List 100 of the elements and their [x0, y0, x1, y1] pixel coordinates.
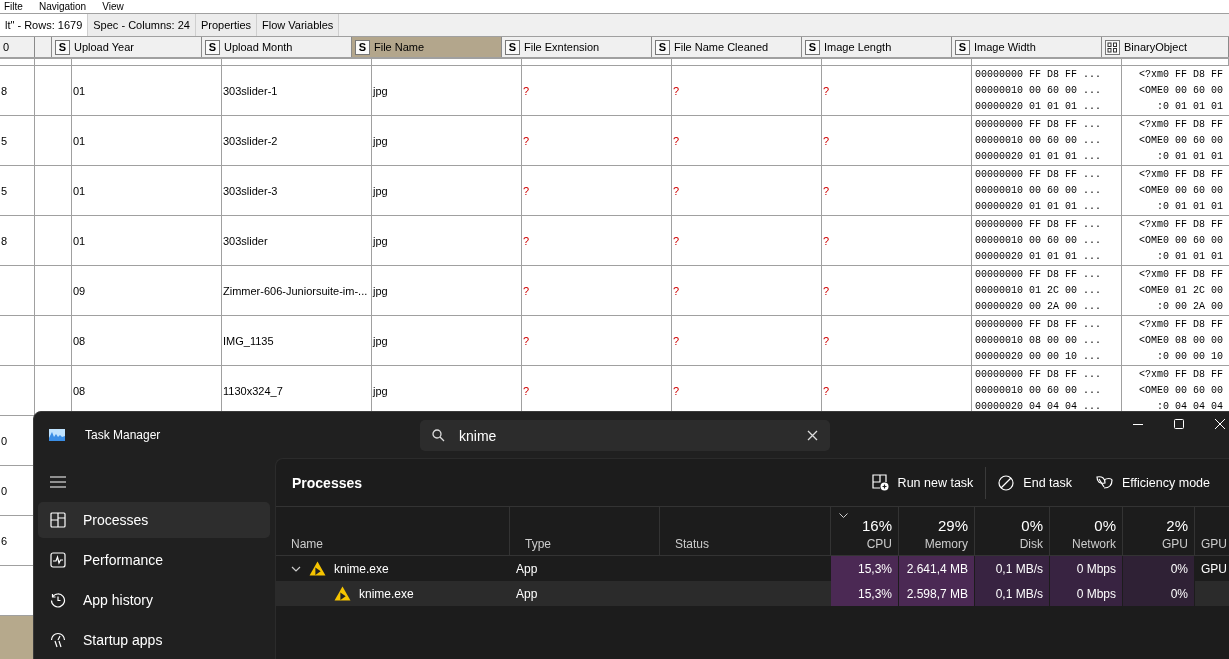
column-header[interactable]: S File Name Cleaned [652, 37, 802, 57]
menu-item[interactable]: Filte [4, 1, 23, 12]
nav-item[interactable]: App history [38, 582, 270, 618]
table-cell: 303slider-2 [223, 134, 278, 147]
tab[interactable]: Spec - Columns: 24 [88, 14, 196, 36]
column-header[interactable]: S Upload Month [202, 37, 352, 57]
binary-line: <OME0 01 2C 00 [1139, 283, 1223, 298]
column-header[interactable]: S Upload Year [52, 37, 202, 57]
missing-value: ? [673, 384, 680, 397]
column-label: CPU [866, 537, 892, 551]
table-cell: 09 [73, 284, 86, 297]
column-header[interactable]: 2% GPU [1123, 507, 1195, 555]
menu-item[interactable]: Navigation [38, 1, 87, 12]
hex-line: 00000000 FF D8 FF ... [975, 367, 1102, 382]
tab[interactable]: lt" - Rows: 1679 [0, 14, 89, 36]
binary-line: <OME0 00 60 00 [1139, 383, 1223, 398]
hex-line: 00000010 00 60 00 ... [975, 83, 1102, 98]
missing-value: ? [673, 84, 680, 97]
column-header[interactable]: Name [276, 507, 510, 555]
missing-value: ? [823, 84, 830, 97]
table-cell: 01 [73, 84, 86, 97]
binary-line: <?xm0 FF D8 FF [1139, 317, 1223, 332]
usage-cell: 0,1 MB/s [975, 581, 1050, 606]
toolbar-button[interactable]: End task [986, 466, 1084, 499]
column-header[interactable]: Type [510, 507, 660, 555]
table-cell: jpg [373, 384, 388, 397]
binary-line: <?xm0 FF D8 FF [1139, 217, 1223, 232]
hex-line: 00000020 01 01 01 ... [975, 199, 1102, 214]
column-header[interactable]: 29% Memory [899, 507, 975, 555]
search-field[interactable]: knime [459, 427, 793, 444]
string-type-icon: S [505, 39, 520, 55]
column-label: Name [291, 537, 323, 551]
string-type-icon: S [55, 39, 70, 55]
string-type-icon: S [205, 39, 220, 55]
string-type-icon: S [955, 39, 970, 55]
missing-value: ? [823, 134, 830, 147]
column-header[interactable]: S File Exntension [502, 37, 652, 57]
hex-line: 00000010 00 60 00 ... [975, 133, 1102, 148]
column-header[interactable]: 0% Network [1050, 507, 1123, 555]
column-header[interactable]: 0 [0, 37, 35, 57]
column-label: Type [525, 537, 551, 551]
tab[interactable]: Flow Variables [257, 14, 340, 36]
hex-line: 00000000 FF D8 FF ... [975, 217, 1102, 232]
missing-value: ? [523, 334, 530, 347]
toolbar-button[interactable]: Run new task [859, 466, 986, 499]
row-id: 0 [1, 484, 8, 497]
column-label: GPU [1201, 537, 1227, 551]
column-header[interactable]: 0% Disk [975, 507, 1050, 555]
row-id: 5 [1, 134, 8, 147]
usage-percent: 16% [861, 517, 892, 534]
missing-value: ? [673, 284, 680, 297]
table-cell: 08 [73, 334, 86, 347]
column-header[interactable]: Status [660, 507, 831, 555]
hex-line: 00000010 00 60 00 ... [975, 183, 1102, 198]
table-cell: 1130x324_7 [223, 384, 283, 397]
table-cell: jpg [373, 334, 388, 347]
search-bar[interactable]: knime [420, 420, 830, 451]
hex-line: 00000000 FF D8 FF ... [975, 267, 1102, 282]
nav-item[interactable]: Startup apps [38, 622, 270, 658]
table-cell: 08 [73, 384, 86, 397]
process-row[interactable]: knime.exe App 15,3% 2.598,7 MB 0,1 MB/s 0 Mbps 0% [276, 581, 1229, 606]
hex-line: 00000020 01 01 01 ... [975, 99, 1102, 114]
page-title: Processes [292, 474, 364, 491]
binary-line: <?xm0 FF D8 FF [1139, 267, 1223, 282]
column-header[interactable]: S Image Width [952, 37, 1102, 57]
binary-line: :0 01 01 01 [1157, 149, 1223, 164]
hex-line: 00000000 FF D8 FF ... [975, 67, 1102, 82]
missing-value: ? [523, 84, 530, 97]
binary-line: <?xm0 FF D8 FF [1139, 67, 1223, 82]
row-id: 8 [1, 84, 8, 97]
column-header[interactable]: 16% CPU [831, 507, 899, 555]
column-label: Status [675, 537, 710, 551]
column-header[interactable]: S File Name [352, 37, 502, 57]
missing-value: ? [823, 384, 830, 397]
binary-line: :0 01 01 01 [1157, 199, 1223, 214]
missing-value: ? [823, 284, 830, 297]
usage-cell: 0,1 MB/s [975, 556, 1050, 581]
toolbar-button[interactable]: Efficiency mode [1084, 466, 1222, 499]
missing-value: ? [673, 234, 680, 247]
hex-line: 00000020 01 01 01 ... [975, 149, 1102, 164]
process-type: App [516, 561, 538, 576]
tab[interactable]: Properties [195, 14, 258, 36]
table-cell: Zimmer-606-Juniorsuite-im-... [223, 284, 368, 297]
column-header[interactable]: BinaryObject [1102, 37, 1229, 57]
missing-value: ? [523, 234, 530, 247]
row-id: 6 [1, 534, 8, 547]
binary-line: <?xm0 FF D8 FF [1139, 367, 1223, 382]
row-id: 0 [1, 434, 8, 447]
process-row[interactable]: knime.exe App 15,3% 2.641,4 MB 0,1 MB/s 0 Mbps 0% GPU [276, 556, 1229, 581]
binary-line: <OME0 00 60 00 [1139, 183, 1223, 198]
string-type-icon: S [355, 39, 370, 55]
table-cell: 01 [73, 184, 86, 197]
column-header[interactable]: GPU [1195, 507, 1229, 555]
column-header[interactable]: S Image Length [802, 37, 952, 57]
nav-item[interactable]: Processes [38, 502, 270, 538]
binary-line: :0 00 2A 00 [1157, 299, 1223, 314]
nav-item[interactable]: Performance [38, 542, 270, 578]
menu-item[interactable]: View [102, 1, 124, 12]
missing-value: ? [823, 184, 830, 197]
table-cell: jpg [373, 84, 388, 97]
